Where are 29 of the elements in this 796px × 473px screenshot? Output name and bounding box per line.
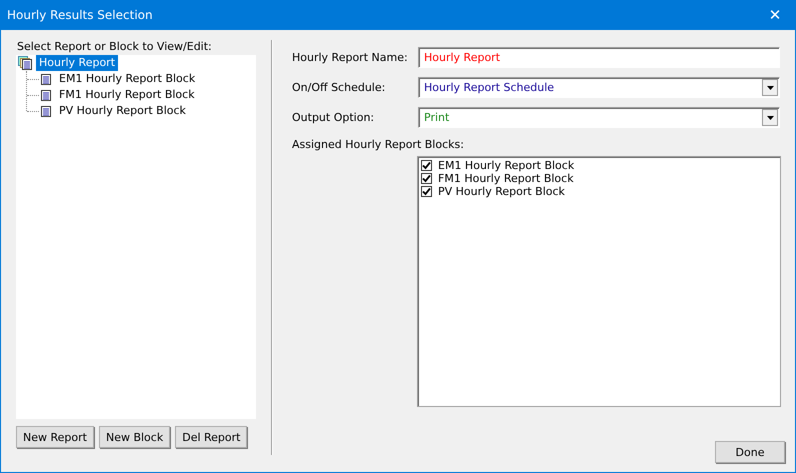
close-button[interactable]: ✕	[755, 0, 795, 30]
tree-item[interactable]: Hourly Report	[36, 55, 118, 71]
action-button[interactable]: Del Report	[175, 426, 248, 448]
checkbox[interactable]	[421, 173, 432, 184]
document-icon	[41, 106, 52, 116]
field-label: Hourly Report Name:	[292, 51, 409, 64]
document-icon	[41, 90, 52, 100]
checklist-item[interactable]: FM1 Hourly Report Block	[438, 172, 574, 185]
action-button[interactable]: New Block	[98, 426, 170, 448]
done-button[interactable]: Done	[715, 441, 785, 463]
checkbox[interactable]	[421, 186, 432, 197]
checklist-item[interactable]: PV Hourly Report Block	[438, 185, 565, 198]
dropdown-field[interactable]: Print	[418, 107, 780, 128]
caret-icon	[766, 86, 774, 90]
action-button[interactable]: New Report	[16, 426, 94, 448]
document-icon	[41, 74, 52, 84]
text-field[interactable]: Hourly Report	[418, 47, 780, 68]
tree-item[interactable]: EM1 Hourly Report Block	[56, 71, 198, 87]
field-label: Output Option:	[292, 111, 376, 124]
dropdown-field[interactable]: Hourly Report Schedule	[418, 77, 780, 98]
caret-icon	[766, 116, 774, 120]
checklist-item[interactable]: EM1 Hourly Report Block	[438, 159, 574, 172]
field-label: On/Off Schedule:	[292, 81, 386, 94]
tree-item[interactable]: FM1 Hourly Report Block	[56, 87, 198, 103]
list-label: Assigned Hourly Report Blocks:	[292, 138, 465, 151]
tree-item[interactable]: PV Hourly Report Block	[56, 103, 189, 119]
window-title: Hourly Results Selection	[7, 8, 153, 22]
tree-label: Select Report or Block to View/Edit:	[17, 40, 213, 53]
checkbox[interactable]	[421, 160, 432, 171]
